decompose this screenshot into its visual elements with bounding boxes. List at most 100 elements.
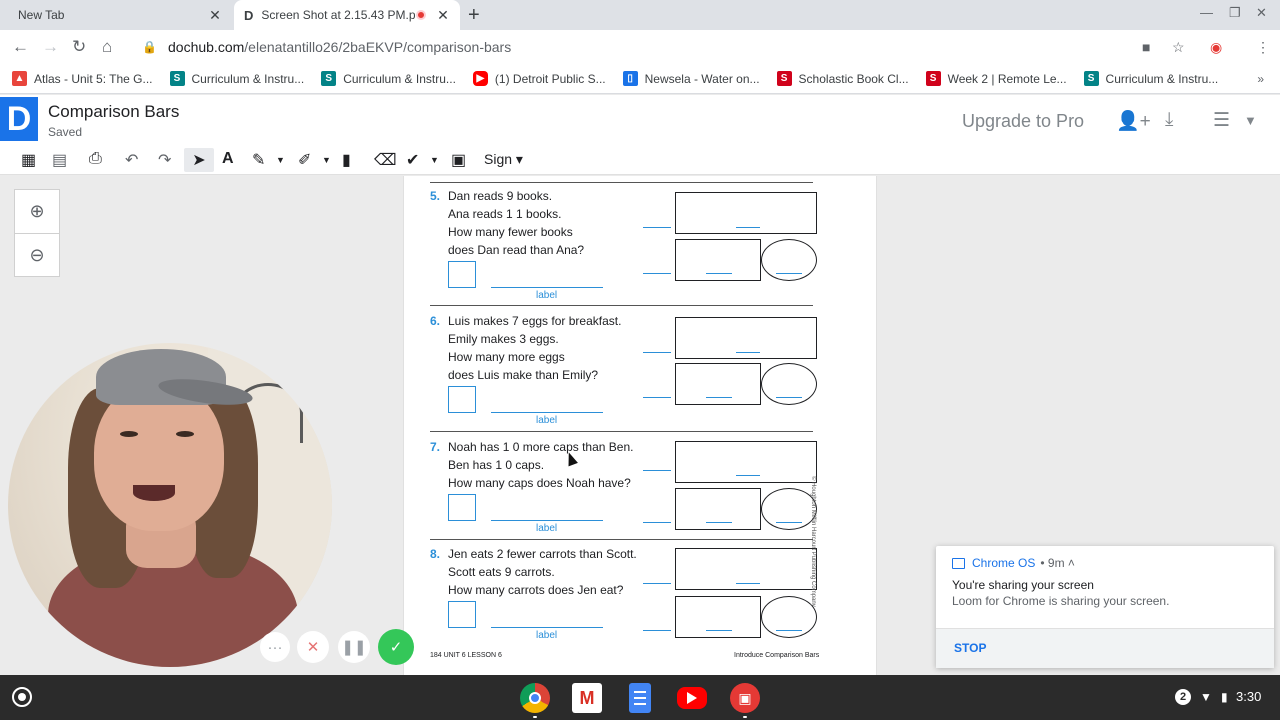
- tab-new-tab[interactable]: New Tab ✕: [8, 0, 232, 30]
- eraser-icon[interactable]: ⌫: [374, 150, 397, 170]
- webcam-bubble[interactable]: [8, 343, 332, 667]
- notification-count-badge[interactable]: 2: [1175, 689, 1191, 705]
- answer-box[interactable]: [448, 494, 476, 521]
- answer-box[interactable]: [448, 386, 476, 413]
- forward-icon[interactable]: →: [42, 37, 59, 57]
- bookmark-item[interactable]: S Curriculum & Instru...: [321, 71, 456, 86]
- window-close-icon[interactable]: ✕: [1256, 5, 1267, 21]
- difference-oval[interactable]: [761, 239, 817, 281]
- home-icon[interactable]: ⌂: [102, 37, 112, 57]
- highlighter-dropdown-icon[interactable]: ▼: [322, 155, 331, 165]
- problem-text: Jen eats 2 fewer carrots than Scott.: [448, 547, 637, 561]
- highlighter-tool-icon[interactable]: ✐: [298, 150, 311, 170]
- image-tool-icon[interactable]: ▣: [451, 150, 466, 170]
- download-icon[interactable]: ⤓: [1165, 109, 1173, 131]
- comparison-bar-bottom[interactable]: [675, 488, 761, 530]
- pen-tool-icon[interactable]: ✎: [252, 150, 265, 170]
- recorder-pause-button[interactable]: ❚❚: [338, 631, 370, 663]
- new-tab-button[interactable]: +: [468, 4, 480, 27]
- tab-close-icon[interactable]: ✕: [208, 7, 222, 24]
- docs-app-icon[interactable]: [629, 683, 651, 713]
- bookmark-item[interactable]: S Week 2 | Remote Le...: [925, 71, 1067, 86]
- problem-text: Emily makes 3 eggs.: [448, 332, 559, 346]
- answer-line[interactable]: [491, 627, 603, 628]
- recorder-cancel-button[interactable]: ✕: [297, 631, 329, 663]
- notification-time[interactable]: • 9m ˄: [1040, 556, 1075, 570]
- star-icon[interactable]: ☆: [1172, 39, 1185, 56]
- comparison-bar-bottom[interactable]: [675, 239, 761, 281]
- battery-icon[interactable]: ▮: [1221, 690, 1228, 704]
- url-input[interactable]: 🔒 dochub.com /elenatantillo26/2baEKVP/co…: [136, 33, 1206, 61]
- undo-icon[interactable]: ↶: [125, 150, 138, 170]
- answer-line[interactable]: [491, 412, 603, 413]
- bookmark-item[interactable]: S Curriculum & Instru...: [1083, 71, 1218, 86]
- bookmark-label: Curriculum & Instru...: [191, 71, 305, 86]
- back-icon[interactable]: ←: [12, 37, 29, 57]
- print-icon[interactable]: ⎙: [89, 150, 102, 168]
- upgrade-button[interactable]: Upgrade to Pro: [962, 111, 1084, 132]
- hamburger-menu-icon[interactable]: ☰: [1213, 109, 1230, 132]
- clock[interactable]: 3:30: [1236, 689, 1261, 704]
- bookmarks-overflow-icon[interactable]: »: [1257, 72, 1264, 86]
- select-tool-icon[interactable]: ➤: [184, 148, 214, 172]
- minimize-icon[interactable]: —: [1200, 5, 1213, 20]
- wifi-icon[interactable]: ▼: [1200, 690, 1212, 704]
- chevron-down-icon[interactable]: ▼: [1244, 113, 1257, 128]
- problem-text: How many caps does Noah have?: [448, 476, 631, 490]
- answer-box[interactable]: [448, 261, 476, 288]
- add-user-icon[interactable]: 👤+: [1116, 109, 1151, 133]
- difference-oval[interactable]: [761, 596, 817, 638]
- comparison-bar-bottom[interactable]: [675, 363, 761, 405]
- pages-list-icon[interactable]: ▤: [52, 150, 67, 170]
- zoom-out-icon[interactable]: ⊖: [15, 233, 59, 276]
- tab-screenshot[interactable]: D Screen Shot at 2.15.43 PM.p ✕: [234, 0, 460, 30]
- answer-line[interactable]: [491, 520, 603, 521]
- checkmark-tool-icon[interactable]: ✔: [406, 150, 419, 170]
- redo-icon[interactable]: ↷: [158, 150, 171, 170]
- text-tool-icon[interactable]: A: [222, 150, 234, 168]
- bookmark-item[interactable]: ▶ (1) Detroit Public S...: [472, 71, 606, 86]
- restore-icon[interactable]: ❐: [1229, 5, 1241, 21]
- difference-oval[interactable]: [761, 363, 817, 405]
- answer-line[interactable]: [491, 287, 603, 288]
- zoom-in-icon[interactable]: ⊕: [15, 190, 59, 233]
- url-host: dochub.com: [168, 39, 245, 55]
- youtube-app-icon[interactable]: [677, 687, 707, 709]
- difference-oval[interactable]: [761, 488, 817, 530]
- comment-icon[interactable]: ▮: [342, 150, 351, 170]
- dochub-logo[interactable]: D: [0, 97, 38, 141]
- document-page[interactable]: 5. Dan reads 9 books. Ana reads 1 1 book…: [403, 176, 877, 675]
- comparison-bar-top[interactable]: [675, 441, 817, 483]
- comparison-bar-bottom[interactable]: [675, 596, 761, 638]
- menu-dots-icon[interactable]: ⋮: [1256, 39, 1270, 56]
- chrome-app-icon[interactable]: [520, 683, 550, 713]
- pen-dropdown-icon[interactable]: ▼: [276, 155, 285, 165]
- scholastic-icon: S: [776, 71, 792, 86]
- notification-header: Chrome OS • 9m ˄: [952, 556, 1075, 570]
- answer-box[interactable]: [448, 601, 476, 628]
- recorder-more-button[interactable]: ···: [260, 632, 290, 662]
- bookmark-item[interactable]: S Scholastic Book Cl...: [776, 71, 909, 86]
- divider: [430, 539, 813, 540]
- problem-text: How many more eggs: [448, 350, 565, 364]
- bookmark-item[interactable]: ▲ Atlas - Unit 5: The G...: [12, 71, 153, 86]
- reload-icon[interactable]: ↻: [72, 37, 86, 57]
- label-caption: label: [536, 290, 558, 301]
- bookmark-item[interactable]: S Curriculum & Instru...: [169, 71, 305, 86]
- save-status: Saved: [48, 125, 83, 139]
- checkmark-dropdown-icon[interactable]: ▼: [430, 155, 439, 165]
- notification-source: Chrome OS: [972, 556, 1036, 570]
- problem-8: 8. Jen eats 2 fewer carrots than Scott. …: [430, 547, 830, 647]
- gmail-app-icon[interactable]: M: [572, 683, 602, 713]
- tab-close-icon[interactable]: ✕: [436, 7, 450, 24]
- bookmark-item[interactable]: ▯ Newsela - Water on...: [622, 71, 760, 86]
- screenshot-app-icon[interactable]: ▣: [730, 683, 760, 713]
- recorder-finish-button[interactable]: ✓: [378, 629, 414, 665]
- extension-icon[interactable]: ◉: [1210, 39, 1222, 56]
- launcher-icon[interactable]: [12, 687, 32, 707]
- stop-sharing-button[interactable]: STOP: [954, 641, 986, 655]
- sign-button[interactable]: Sign ▾: [484, 151, 523, 168]
- grid-apps-icon[interactable]: ▦: [21, 150, 36, 170]
- camera-icon[interactable]: ■: [1142, 39, 1150, 55]
- document-title[interactable]: Comparison Bars: [48, 102, 179, 122]
